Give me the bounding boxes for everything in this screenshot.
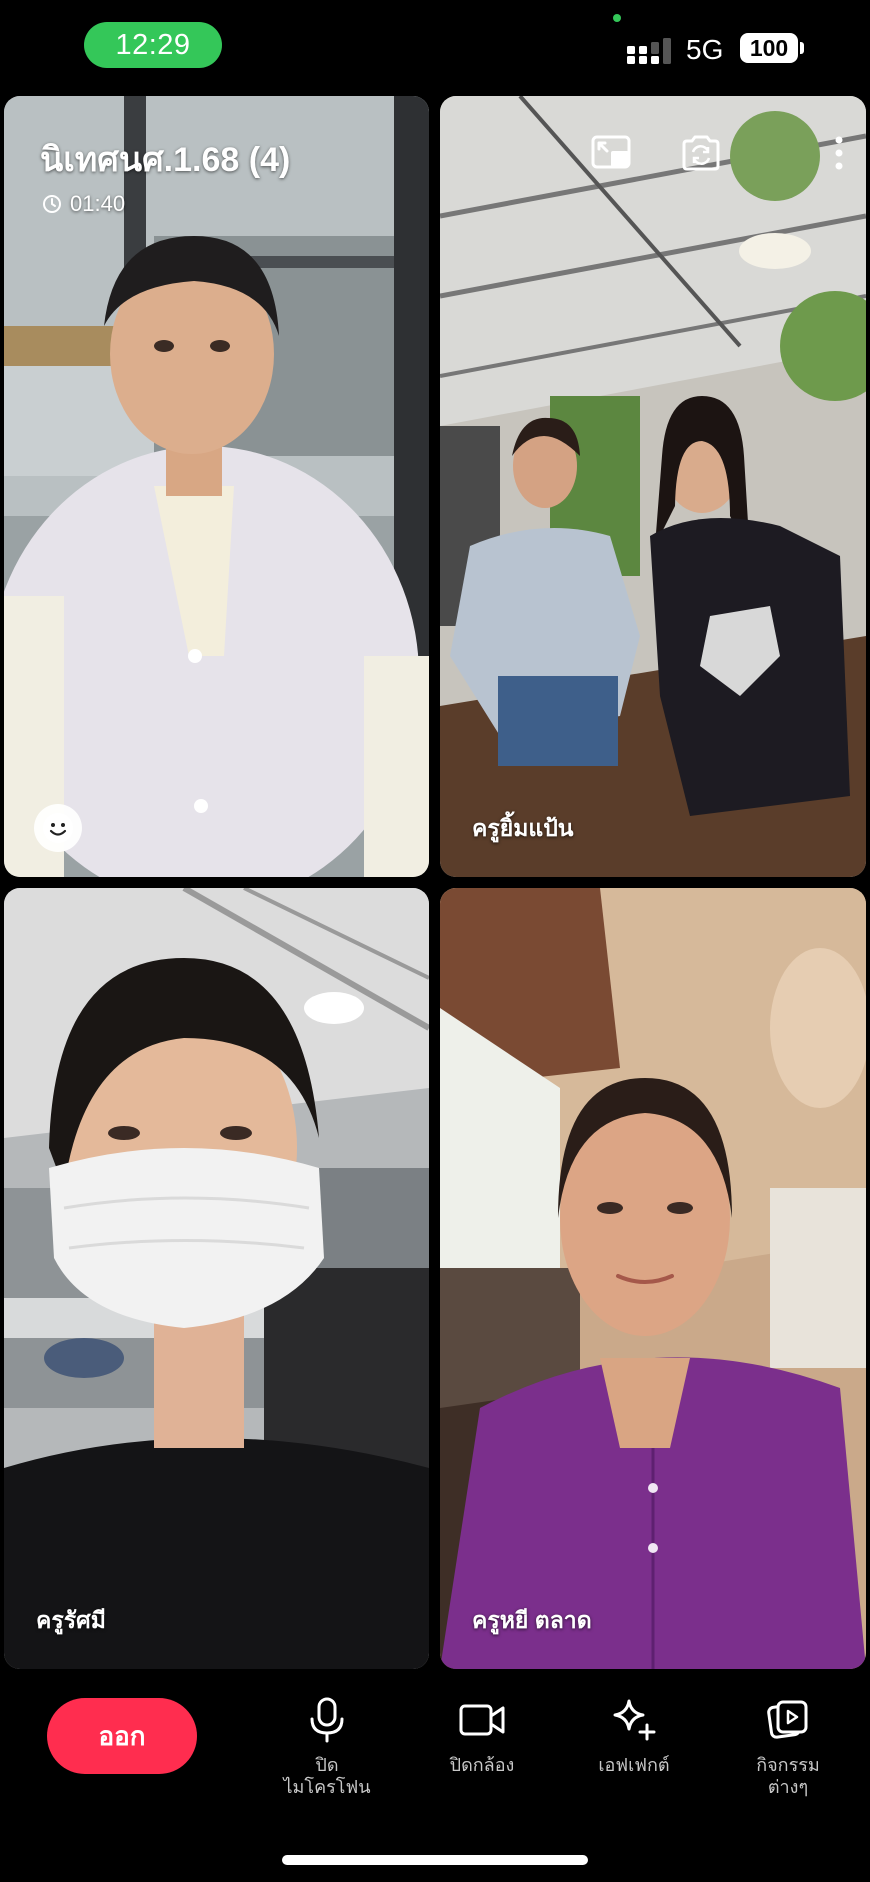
participant-name: ครูหยี ตลาด: [472, 1607, 592, 1633]
video-tile-participant[interactable]: ครูหยี ตลาด: [440, 888, 866, 1669]
effects-button[interactable]: เอฟเฟกต์: [574, 1696, 694, 1776]
video-tile-self[interactable]: นิเทศนศ.1.68 (4) 01:40: [4, 96, 429, 877]
camera-in-use-indicator: [613, 14, 621, 22]
smiley-icon: [43, 813, 73, 843]
participant-video-feed: [440, 888, 866, 1669]
activities-icon: [764, 1696, 812, 1744]
video-camera-icon: [458, 1696, 506, 1744]
leave-call-button[interactable]: ออก: [47, 1698, 197, 1774]
video-tile-participant[interactable]: ครูยิ้มแป้น: [440, 96, 866, 877]
battery-indicator: 100: [740, 33, 798, 63]
signal-strength-icon: [627, 38, 671, 64]
mute-microphone-button[interactable]: ปิด ไมโครโฟน: [267, 1696, 387, 1798]
call-title: นิเทศนศ.1.68 (4): [40, 141, 291, 179]
microphone-icon: [303, 1696, 351, 1744]
mute-microphone-label: ปิด ไมโครโฟน: [283, 1755, 371, 1797]
status-time[interactable]: 12:29: [84, 22, 222, 68]
picture-in-picture-icon: [591, 135, 631, 169]
activities-label: กิจกรรม ต่างๆ: [756, 1755, 820, 1797]
call-duration-text: 01:40: [70, 191, 126, 216]
turn-off-camera-button[interactable]: ปิดกล้อง: [422, 1696, 542, 1776]
participant-video-feed: [440, 96, 866, 877]
participant-name: ครูรัศมี: [36, 1607, 106, 1633]
status-bar: 12:29 5G 100: [0, 0, 870, 92]
home-indicator[interactable]: [282, 1855, 588, 1865]
participant-name: ครูยิ้มแป้น: [472, 815, 574, 841]
sparkle-icon: [610, 1696, 658, 1744]
picture-in-picture-button[interactable]: [590, 132, 632, 174]
video-tile-participant[interactable]: ครูรัศมี: [4, 888, 429, 1669]
network-type: 5G: [686, 34, 724, 65]
clock-icon: [43, 195, 61, 213]
turn-off-camera-label: ปิดกล้อง: [449, 1755, 515, 1775]
switch-camera-button[interactable]: [680, 132, 722, 174]
video-call-screen: 12:29 5G 100 นิเทศนศ.1.68 (4) 01:40 ครูย…: [0, 0, 870, 1882]
more-options-button[interactable]: [818, 132, 860, 174]
activities-button[interactable]: กิจกรรม ต่างๆ: [728, 1696, 848, 1798]
battery-tip: [800, 42, 804, 54]
call-duration: 01:40: [42, 190, 125, 218]
reaction-button[interactable]: [34, 804, 82, 852]
switch-camera-icon: [682, 135, 720, 171]
effects-label: เอฟเฟกต์: [598, 1755, 670, 1775]
more-options-icon: [835, 136, 843, 170]
participant-video-feed: [4, 888, 429, 1669]
